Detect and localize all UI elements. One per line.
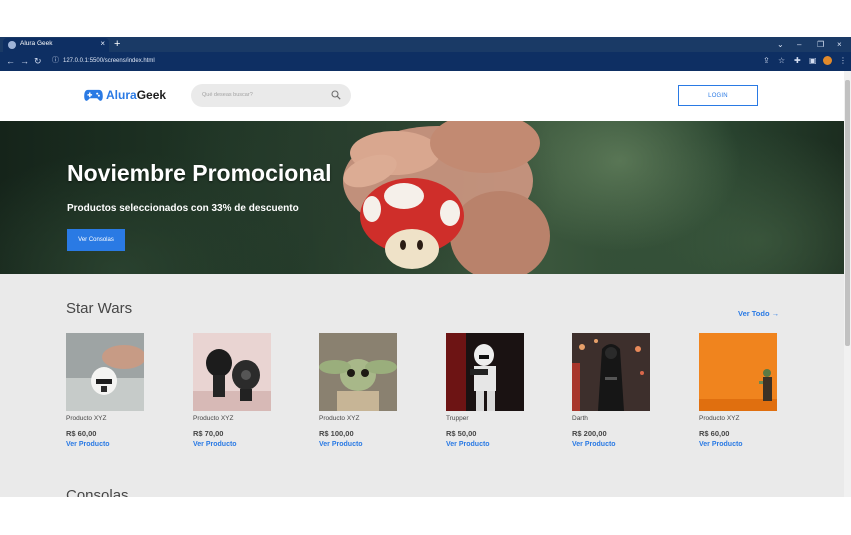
section-title: Star Wars xyxy=(66,300,133,317)
globe-icon xyxy=(8,41,16,49)
product-price: R$ 60,00 xyxy=(66,429,97,438)
product-card[interactable]: Trupper R$ 50,00 Ver Producto xyxy=(446,333,526,448)
hero-mushroom-image xyxy=(343,121,550,274)
window-close-icon[interactable]: × xyxy=(837,38,842,51)
view-product-link[interactable]: Ver Producto xyxy=(446,441,526,448)
profile-avatar[interactable] xyxy=(823,56,832,65)
product-name: Producto XYZ xyxy=(319,415,360,422)
arrow-right-icon: → xyxy=(771,309,780,318)
search-icon[interactable] xyxy=(331,90,341,100)
search-input[interactable]: Qué deseas buscar? xyxy=(202,92,253,98)
tab-search-icon[interactable]: ⌄ xyxy=(777,38,784,51)
next-section-title: Consolas xyxy=(66,487,146,497)
tab-close-icon[interactable]: × xyxy=(100,39,105,48)
product-image[interactable] xyxy=(572,333,650,411)
product-image[interactable] xyxy=(193,333,271,411)
logo-brand: Alura xyxy=(106,88,137,102)
product-image[interactable] xyxy=(446,333,524,411)
product-card[interactable]: Producto XYZ R$ 60,00 Ver Producto xyxy=(66,333,146,448)
product-price: R$ 50,00 xyxy=(446,429,477,438)
back-arrow-icon[interactable]: ← xyxy=(6,55,15,67)
login-button[interactable]: LOGIN xyxy=(678,85,758,106)
browser-tab[interactable]: Alura Geek × xyxy=(3,38,109,52)
view-product-link[interactable]: Ver Producto xyxy=(193,441,273,448)
product-image[interactable] xyxy=(319,333,397,411)
menu-icon[interactable]: ⋮ xyxy=(839,55,847,67)
tab-title: Alura Geek xyxy=(20,40,53,47)
new-tab-button[interactable]: + xyxy=(114,38,120,51)
product-price: R$ 100,00 xyxy=(319,429,354,438)
product-price: R$ 60,00 xyxy=(699,429,730,438)
view-consoles-button[interactable]: Ver Consolas xyxy=(67,229,125,251)
site-info-icon[interactable]: ⓘ xyxy=(52,55,59,67)
product-price: R$ 70,00 xyxy=(193,429,224,438)
hero-banner xyxy=(0,121,844,274)
hero-title: Noviembre Promocional xyxy=(67,160,332,186)
view-product-link[interactable]: Ver Producto xyxy=(699,441,779,448)
sidebar-icon[interactable]: ▣ xyxy=(809,55,817,67)
search-bar[interactable]: Qué deseas buscar? xyxy=(191,84,351,107)
product-image[interactable] xyxy=(66,333,144,411)
hero-subtitle: Productos seleccionados con 33% de descu… xyxy=(67,203,299,214)
next-section-label: Consolas xyxy=(66,487,129,497)
product-card[interactable]: Producto XYZ R$ 100,00 Ver Producto xyxy=(319,333,399,448)
product-name: Producto XYZ xyxy=(699,415,740,422)
product-image[interactable] xyxy=(699,333,777,411)
product-name: Producto XYZ xyxy=(66,415,107,422)
view-all-link[interactable]: Ver Todo → xyxy=(738,309,779,318)
browser-titlebar xyxy=(0,37,851,52)
view-product-link[interactable]: Ver Producto xyxy=(319,441,399,448)
extension-icon[interactable]: ✚ xyxy=(794,55,801,67)
view-product-link[interactable]: Ver Producto xyxy=(66,441,146,448)
product-name: Darth xyxy=(572,415,588,422)
site-logo[interactable]: AluraGeek xyxy=(106,88,166,102)
view-product-link[interactable]: Ver Producto xyxy=(572,441,652,448)
gamepad-icon xyxy=(84,89,103,101)
forward-arrow-icon[interactable]: → xyxy=(20,55,29,67)
product-name: Trupper xyxy=(446,415,469,422)
product-card[interactable]: Darth R$ 200,00 Ver Producto xyxy=(572,333,652,448)
reload-icon[interactable]: ↻ xyxy=(34,55,42,67)
product-card[interactable]: Producto XYZ R$ 70,00 Ver Producto xyxy=(193,333,273,448)
restore-icon[interactable]: ❐ xyxy=(817,38,824,51)
view-all-label: Ver Todo xyxy=(738,309,770,318)
scrollbar-thumb[interactable] xyxy=(845,80,850,346)
minimize-icon[interactable]: – xyxy=(797,38,801,51)
product-card[interactable]: Producto XYZ R$ 60,00 Ver Producto xyxy=(699,333,779,448)
product-price: R$ 200,00 xyxy=(572,429,607,438)
star-icon[interactable]: ☆ xyxy=(778,55,785,67)
address-bar[interactable]: 127.0.0.1:5500/screens/index.html xyxy=(63,58,155,64)
product-name: Producto XYZ xyxy=(193,415,234,422)
logo-suffix: Geek xyxy=(136,88,167,102)
share-icon[interactable]: ⇪ xyxy=(763,55,770,67)
